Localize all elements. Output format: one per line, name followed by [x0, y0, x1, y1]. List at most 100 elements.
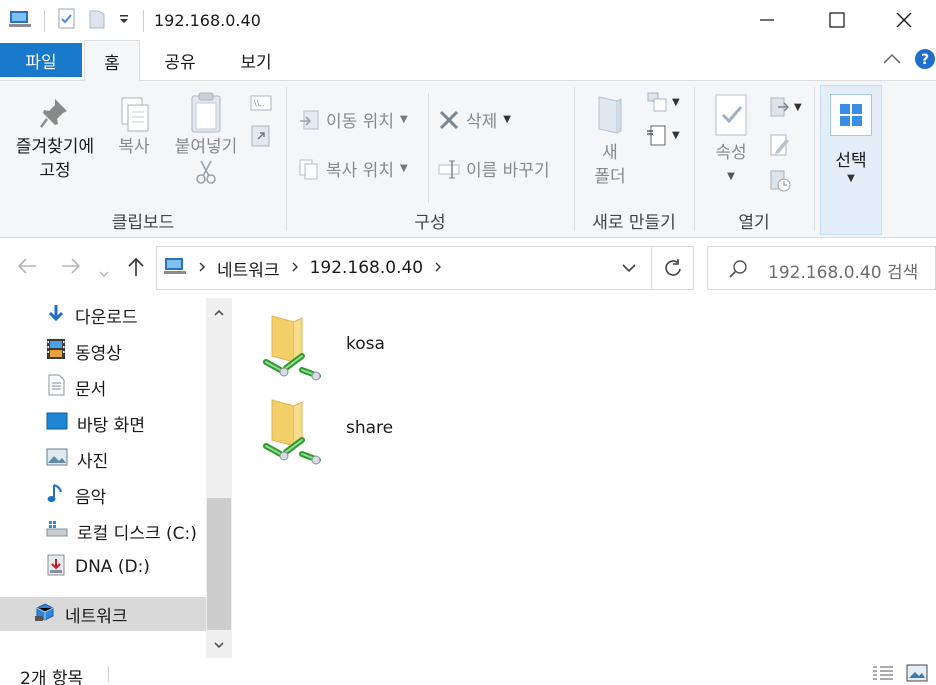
- sidebar-item-desktop[interactable]: 바탕 화면: [46, 406, 145, 440]
- copy-label: 복사: [118, 137, 150, 157]
- folder-name: kosa: [346, 334, 385, 354]
- up-button[interactable]: [126, 256, 146, 283]
- scroll-down-button[interactable]: [206, 632, 232, 658]
- details-view-button[interactable]: [872, 664, 894, 685]
- new-folder-small-icon[interactable]: [87, 8, 107, 34]
- pin-label-line2: 고정: [39, 161, 71, 181]
- easy-access-button[interactable]: ▼: [646, 123, 680, 147]
- move-to-label: 이동 위치: [326, 112, 394, 132]
- sidebar-item-label: 사진: [77, 451, 109, 472]
- tab-home[interactable]: 홈: [84, 40, 140, 82]
- copy-to-button[interactable]: 복사 위치 ▼: [298, 156, 408, 181]
- properties-check-icon[interactable]: [57, 8, 77, 34]
- chevron-down-icon: [214, 642, 224, 649]
- help-button[interactable]: ?: [914, 48, 936, 74]
- chevron-down-icon: [622, 264, 636, 273]
- breadcrumb-network[interactable]: 네트워크: [217, 256, 280, 281]
- maximize-button[interactable]: [802, 0, 872, 40]
- large-icons-view-button[interactable]: [906, 664, 928, 685]
- sidebar-item-pictures[interactable]: 사진: [46, 442, 108, 476]
- tab-view[interactable]: 보기: [226, 40, 286, 81]
- edit-button[interactable]: [768, 133, 792, 161]
- sidebar-item-downloads[interactable]: 다운로드: [46, 298, 138, 332]
- sidebar-item-label: 바탕 화면: [77, 415, 145, 436]
- paste-shortcut-icon[interactable]: [250, 123, 272, 151]
- paste-button[interactable]: 붙여넣기: [166, 91, 246, 185]
- customize-toolbar-icon[interactable]: [117, 12, 131, 30]
- forward-button[interactable]: [60, 256, 82, 281]
- collapse-ribbon-button[interactable]: [882, 52, 902, 70]
- toolbar-divider: [44, 10, 45, 32]
- edit-pencil-icon: [770, 134, 789, 156]
- organize-group-label: 구성: [414, 213, 446, 233]
- search-box[interactable]: 192.168.0.40 검색: [707, 246, 936, 290]
- minimize-icon: [760, 19, 774, 21]
- open-group-label: 열기: [738, 213, 770, 233]
- new-folder-icon: [584, 93, 636, 141]
- scroll-thumb[interactable]: [207, 498, 231, 630]
- delete-button[interactable]: 삭제 ▼: [438, 107, 511, 132]
- scroll-up-button[interactable]: [206, 300, 232, 326]
- sidebar-item-local-disk[interactable]: 로컬 디스크 (C:): [46, 514, 197, 548]
- toolbar-divider: [143, 10, 144, 32]
- desktop-icon: [46, 412, 68, 435]
- caret-down-icon: ▼: [794, 101, 802, 113]
- back-button[interactable]: [16, 256, 38, 281]
- pin-icon: [6, 95, 104, 135]
- window-title: 192.168.0.40: [154, 11, 261, 30]
- svg-text:?: ?: [921, 52, 929, 68]
- sidebar-item-dna-drive[interactable]: DNA (D:): [46, 550, 150, 584]
- navigation-bar: 네트워크 192.168.0.40 192.168.0.40 검색: [0, 238, 936, 298]
- paste-icon: [166, 91, 246, 135]
- ribbon-group-divider: [814, 87, 815, 231]
- cut-icon[interactable]: [166, 159, 246, 185]
- recent-locations-button[interactable]: [98, 260, 110, 284]
- new-item-button[interactable]: ▼: [646, 91, 680, 113]
- rename-button[interactable]: 이름 바꾸기: [438, 156, 550, 181]
- sidebar-item-music[interactable]: 음악: [46, 478, 106, 512]
- tab-share[interactable]: 공유: [150, 40, 210, 81]
- list-item[interactable]: share: [262, 394, 562, 474]
- move-to-icon: [300, 110, 319, 129]
- list-item[interactable]: kosa: [262, 310, 562, 390]
- tab-file[interactable]: 파일: [0, 43, 82, 77]
- rename-label: 이름 바꾸기: [466, 161, 550, 181]
- sidebar-item-label: 다운로드: [75, 307, 138, 328]
- copy-path-icon[interactable]: \\..: [250, 95, 272, 115]
- address-bar[interactable]: 네트워크 192.168.0.40: [156, 246, 694, 290]
- sidebar-scrollbar[interactable]: [206, 298, 232, 658]
- new-folder-button[interactable]: 새 폴더: [584, 93, 636, 189]
- sidebar-item-videos[interactable]: 동영상: [46, 334, 122, 368]
- folder-name: share: [346, 418, 394, 438]
- move-to-button[interactable]: 이동 위치 ▼: [298, 107, 408, 132]
- shared-folder-icon: [262, 394, 324, 470]
- properties-button[interactable]: 속성 ▼: [702, 93, 760, 189]
- video-icon: [46, 338, 66, 365]
- minimize-button[interactable]: [732, 0, 802, 40]
- refresh-button[interactable]: [651, 247, 693, 289]
- rename-icon: [438, 160, 460, 178]
- chevron-up-icon: [883, 53, 901, 64]
- network-computer-icon: [163, 256, 187, 281]
- sidebar-item-documents[interactable]: 문서: [46, 370, 106, 404]
- copy-icon: [108, 95, 160, 135]
- close-button[interactable]: [872, 0, 936, 40]
- select-button[interactable]: 선택 ▼: [820, 85, 882, 235]
- copy-button[interactable]: 복사: [108, 95, 160, 159]
- shared-folder-icon: [262, 310, 324, 386]
- paste-label: 붙여넣기: [174, 137, 238, 157]
- history-button[interactable]: [768, 169, 792, 197]
- ribbon-controls: ?: [882, 48, 936, 74]
- chevron-right-icon[interactable]: [433, 258, 443, 278]
- breadcrumb-host[interactable]: 192.168.0.40: [310, 258, 424, 278]
- ribbon: 즐겨찾기에 고정 복사 붙여넣기 \\.. 클립보드 이동 위치 ▼ 복사 위치…: [0, 81, 936, 238]
- computer-icon[interactable]: [8, 9, 32, 33]
- caret-down-icon: ▼: [672, 96, 680, 108]
- pin-to-quick-access-button[interactable]: 즐겨찾기에 고정: [6, 95, 104, 183]
- address-history-button[interactable]: [607, 247, 651, 289]
- open-button[interactable]: ▼: [768, 95, 802, 119]
- sidebar-item-network[interactable]: 네트워크: [0, 597, 206, 631]
- arrow-left-icon: [17, 258, 36, 274]
- maximize-icon: [829, 12, 845, 28]
- new-folder-label-line1: 새: [602, 143, 618, 163]
